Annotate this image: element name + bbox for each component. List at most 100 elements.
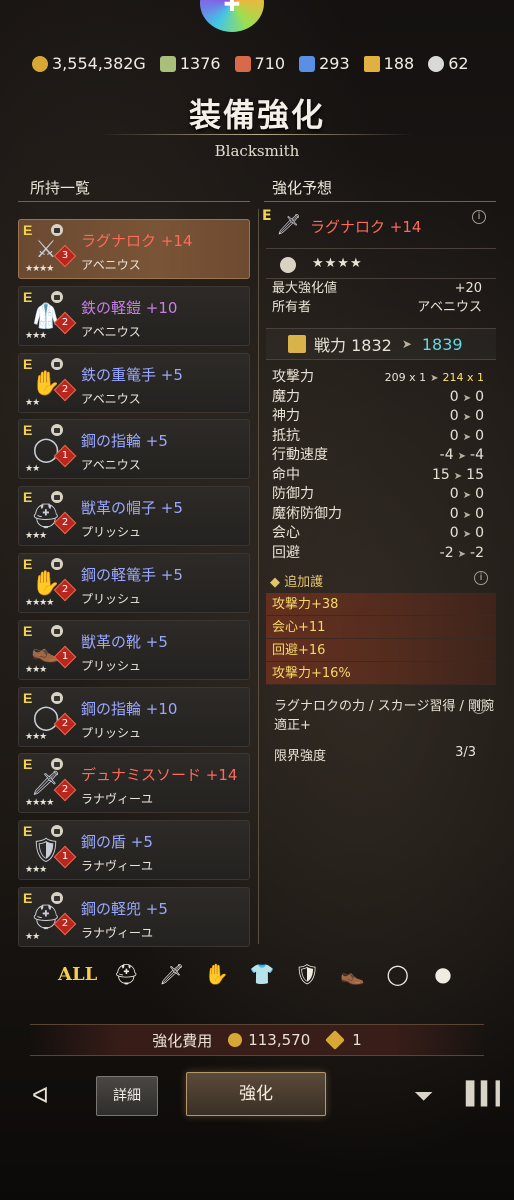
filter-all[interactable]: ALL [58,964,97,985]
item-stars: ★★★ [25,731,47,742]
stat-row: 抵抗 0 ➤ 0 [266,427,496,447]
power-icon [288,335,306,353]
limit-row: 限界強度 3/3 [266,745,496,764]
equipment-item[interactable]: E ⚔ 3 ★★★★ ラグナロク +14 アベニウス [18,219,250,279]
item-name: ラグナロク +14 [81,232,193,250]
item-owner: アベニウス [81,458,141,473]
item-name: 鋼の軽兜 +5 [81,899,168,918]
accessory-icon[interactable]: ● [428,962,458,986]
back-icon[interactable]: ᐊ [32,1084,49,1109]
lock-icon [51,691,63,704]
category-filters: ALL ⛑ 🗡 ✋ 👕 🛡 👞 ◯ ● [58,962,458,986]
sword-icon: 🗡 [276,212,302,236]
info-icon[interactable]: i [474,571,488,585]
equipment-item[interactable]: E ⛑ 2 ★★★ 獣革の帽子 +5 プリッシュ [18,486,250,547]
enhance-button[interactable]: 強化 [186,1072,326,1116]
stat-row: 魔術防御力 0 ➤ 0 [266,505,496,525]
currency-blue-ore: 293 [299,54,350,73]
info-icon[interactable]: i [472,210,486,224]
stat-label: 命中 [272,466,300,483]
equipment-item[interactable]: E ◯ 2 ★★★ 鋼の指輪 +10 プリッシュ [18,686,250,747]
currency-bar: 3,554,382G 1376 710 293 188 62 [32,54,506,73]
item-stars: ★★ [25,397,40,408]
equipment-item[interactable]: E ◯ 1 ★★ 鋼の指輪 +5 アベニウス [18,419,250,480]
column-divider [258,209,259,944]
equipment-item[interactable]: E 👞 1 ★★★ 獣革の靴 +5 プリッシュ [18,619,250,680]
ring-icon[interactable]: ◯ [383,962,413,986]
shield-icon[interactable]: 🛡 [292,962,322,986]
detail-button[interactable]: 詳細 [96,1076,158,1116]
equipment-item[interactable]: E ✋ 2 ★★ 鉄の重篭手 +5 アベニウス [18,352,250,413]
hammer-icon [325,1030,346,1050]
extra-bonus: 攻撃力+16% [266,662,496,685]
limit-value: 3/3 [455,745,476,760]
preview-heading-line [264,201,496,202]
equipment-item[interactable]: E 🥼 2 ★★★ 鉄の軽鎧 +10 アベニウス [18,285,250,346]
item-owner: ラナヴィーユ [81,792,154,807]
stat-values: 0 ➤ 0 [449,505,484,522]
item-stars: ★★★★ [25,597,54,608]
item-stars: ★★★ [25,664,47,675]
lock-icon [51,357,63,370]
extra-protection-heading: ◆ 追加護 i [266,571,496,593]
stat-row: 行動速度 -4 ➤ -4 [266,446,496,466]
extra-bonus: 回避+16 [266,639,496,662]
stat-label: 行動速度 [272,447,328,463]
item-name: 鉄の軽鎧 +10 [81,298,178,317]
stat-label: 魔術防御力 [272,505,342,522]
preview-lock-row: ★★★★ [266,248,496,278]
item-stars: ★★ [25,931,40,942]
item-owner: アベニウス [81,391,141,406]
lock-icon[interactable] [280,257,296,273]
gold-coin-icon [32,55,48,72]
equipment-item[interactable]: E 🛡 1 ★★★ 鋼の盾 +5 ラナヴィーユ [18,820,250,881]
currency-green-ore: 1376 [159,54,221,73]
item-owner: アベニウス [81,258,141,272]
item-name: 獣革の靴 +5 [81,632,168,651]
owned-heading-line [18,201,250,202]
item-owner: ラナヴィーユ [81,859,154,874]
gauntlet-icon[interactable]: ✋ [202,962,232,986]
helmet-icon[interactable]: ⛑ [111,962,141,986]
item-name: 鋼の軽篭手 +5 [81,565,183,584]
stat-label: 防御力 [272,486,314,502]
extra-list: 攻撃力+38 会心+11 回避+16 攻撃力+16% [266,593,496,685]
max-enhance-row: 最大強化値 +20 [266,278,496,298]
item-name: デュナミスソード +14 [81,766,238,785]
stat-label: 回避 [272,544,300,561]
preview-item-name: ラグナロク +14 [310,218,422,236]
owned-list-heading: 所持一覧 [30,179,91,197]
equipment-item[interactable]: E 🗡 2 ★★★★ デュナミスソード +14 ラナヴィーユ [18,753,250,814]
sort-icon[interactable]: ▌▍▎ [466,1082,513,1107]
enhance-cost-bar: 強化費用 113,570 1 [30,1024,484,1056]
stat-values: 0 ➤ 0 [449,427,484,444]
item-owner: プリッシュ [81,725,142,740]
item-name: 鋼の盾 +5 [81,833,153,852]
equipment-item[interactable]: E ⛑ 2 ★★ 鋼の軽兜 +5 ラナヴィーユ [18,886,250,947]
item-name: 鉄の重篭手 +5 [81,365,183,384]
max-enhance-value: +20 [454,281,482,296]
sword-icon[interactable]: 🗡 [157,962,187,986]
item-stars: ★★ [25,464,40,475]
stat-row: 防御力 0 ➤ 0 [266,485,496,505]
green-ore-icon [159,55,176,72]
filter-icon[interactable]: ⏷ [414,1082,433,1110]
stat-row: 攻撃力 209 x 1 ➤ 214 x 1 [266,368,496,388]
equipment-item[interactable]: E ✋ 2 ★★★★ 鋼の軽篭手 +5 プリッシュ [18,552,250,613]
armor-icon[interactable]: 👕 [247,962,277,986]
item-stars: ★★★ [25,531,47,542]
stat-values: 0 ➤ 0 [449,408,484,424]
stat-row: 神力 0 ➤ 0 [266,407,496,427]
item-owner: プリッシュ [81,525,142,540]
stat-values: -2 ➤ -2 [439,544,484,561]
stat-values: -4 ➤ -4 [439,447,484,463]
info-icon[interactable]: i [472,700,486,714]
limit-label: 限界強度 [274,749,327,764]
boots-icon[interactable]: 👞 [338,962,368,986]
hammer-icon [363,55,380,72]
power-current: 戦力 1832 [314,336,392,355]
preview-header: E 🗡 ラグナロク +14 i [262,208,496,248]
item-name: 鋼の指輪 +5 [81,432,168,451]
lock-icon [51,290,63,303]
skills-row: ラグナロクの力 / スカージ習得 / 剛腕適正+ i [266,697,496,735]
